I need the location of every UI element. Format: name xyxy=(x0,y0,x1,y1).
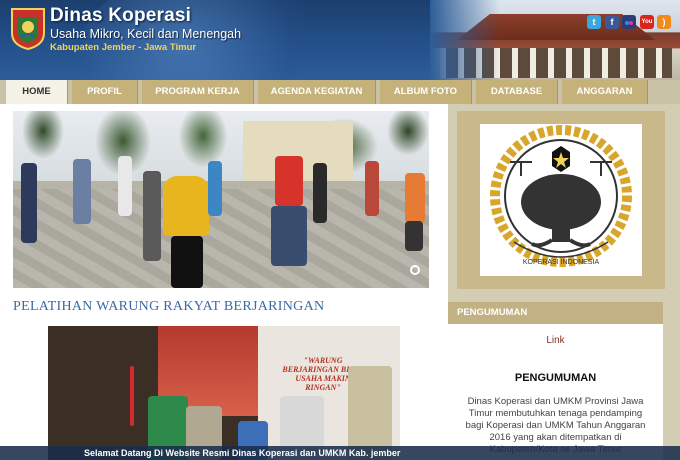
pengumuman-panel: Link PENGUMUMAN Dinas Koperasi dan UMKM … xyxy=(448,324,663,460)
jember-logo[interactable] xyxy=(10,7,46,51)
photo-person xyxy=(208,161,222,216)
photo-person xyxy=(405,221,423,251)
site-header: Dinas Koperasi Usaha Mikro, Kecil dan Me… xyxy=(0,0,680,80)
photo-person xyxy=(313,163,327,223)
flickr-icon[interactable] xyxy=(622,15,636,29)
nav-database[interactable]: DATABASE xyxy=(476,80,558,104)
photo-person xyxy=(271,206,307,266)
photo-person xyxy=(365,161,379,216)
photo-person xyxy=(143,171,161,261)
site-subtitle: Usaha Mikro, Kecil dan Menengah xyxy=(50,27,242,41)
slider-indicator[interactable] xyxy=(410,265,420,275)
photo-person xyxy=(21,163,37,243)
nav-program-kerja[interactable]: PROGRAM KERJA xyxy=(142,80,254,104)
logo-caption: KOPERASI INDONESIA xyxy=(523,259,600,266)
photo-person xyxy=(405,173,425,223)
nav-home[interactable]: HOME xyxy=(6,80,68,104)
pengumuman-title: PENGUMUMAN xyxy=(514,372,597,384)
photo-person xyxy=(118,156,132,216)
koperasi-emblem-icon: KOPERASI INDONESIA xyxy=(490,125,632,267)
facebook-icon[interactable]: f xyxy=(605,15,619,29)
site-location: Kabupaten Jember - Jawa Timur xyxy=(50,42,197,53)
twitter-icon[interactable]: t xyxy=(587,15,601,29)
nav-profil[interactable]: PROFIL xyxy=(72,80,138,104)
koperasi-logo[interactable]: KOPERASI INDONESIA xyxy=(480,124,642,276)
office-building-photo xyxy=(430,0,680,80)
rss-icon[interactable]: ) xyxy=(657,15,671,29)
youtube-icon[interactable]: You xyxy=(640,15,654,29)
photo-person xyxy=(130,366,134,426)
nav-album-foto[interactable]: ALBUM FOTO xyxy=(380,80,472,104)
photo-slider[interactable] xyxy=(13,111,429,288)
nav-anggaran[interactable]: ANGGARAN xyxy=(562,80,648,104)
photo-person xyxy=(163,176,209,236)
news-photo[interactable]: "WARUNG BERJARINGAN BIKIN USAHA MAKIN RI… xyxy=(48,326,400,460)
photo-person xyxy=(275,156,303,206)
site-title[interactable]: Dinas Koperasi xyxy=(50,5,191,27)
pengumuman-link[interactable]: Link xyxy=(448,335,663,346)
welcome-ticker: Selamat Datang Di Website Resmi Dinas Ko… xyxy=(0,446,680,460)
main-navigation: HOME PROFIL PROGRAM KERJA AGENDA KEGIATA… xyxy=(0,80,680,104)
nav-agenda-kegiatan[interactable]: AGENDA KEGIATAN xyxy=(258,80,376,104)
photo-person xyxy=(73,159,91,224)
news-title[interactable]: PELATIHAN WARUNG RAKYAT BERJARINGAN xyxy=(13,299,324,315)
pengumuman-header: PENGUMUMAN xyxy=(448,302,663,324)
photo-person xyxy=(171,236,203,288)
